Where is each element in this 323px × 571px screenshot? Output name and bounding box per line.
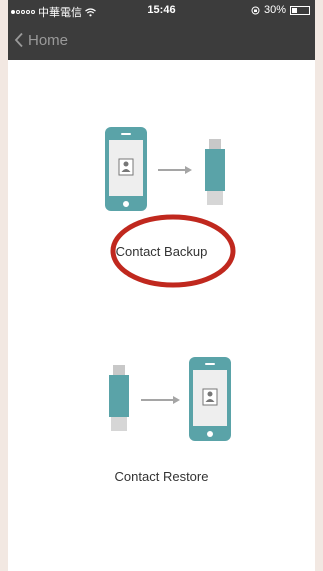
arrow-right-icon — [141, 396, 180, 404]
status-right: 30% — [251, 4, 310, 16]
back-button[interactable]: Home — [14, 20, 68, 60]
battery-percent: 30% — [263, 4, 286, 16]
status-bar: 中華電信 15:46 30% — [8, 0, 315, 20]
phone-screen: 中華電信 15:46 30% Home Contact Backup Conta… — [8, 0, 315, 571]
content-area: Contact Backup Contact Restore — [8, 60, 315, 571]
contact-restore-button[interactable]: Contact Restore — [8, 469, 315, 484]
navigation-bar: Home — [8, 20, 315, 60]
contact-card-icon — [118, 158, 134, 176]
backup-illustration[interactable] — [103, 125, 233, 215]
orientation-lock-icon — [251, 6, 260, 14]
back-label: Home — [28, 31, 69, 49]
contact-backup-button[interactable]: Contact Backup — [8, 244, 315, 259]
contact-card-icon — [202, 388, 218, 406]
restore-illustration[interactable] — [103, 355, 233, 445]
chevron-left-icon — [14, 32, 23, 48]
arrow-right-icon — [158, 166, 192, 174]
usb-drive-icon — [205, 139, 225, 205]
battery-icon — [290, 5, 310, 15]
usb-drive-icon — [109, 365, 129, 431]
